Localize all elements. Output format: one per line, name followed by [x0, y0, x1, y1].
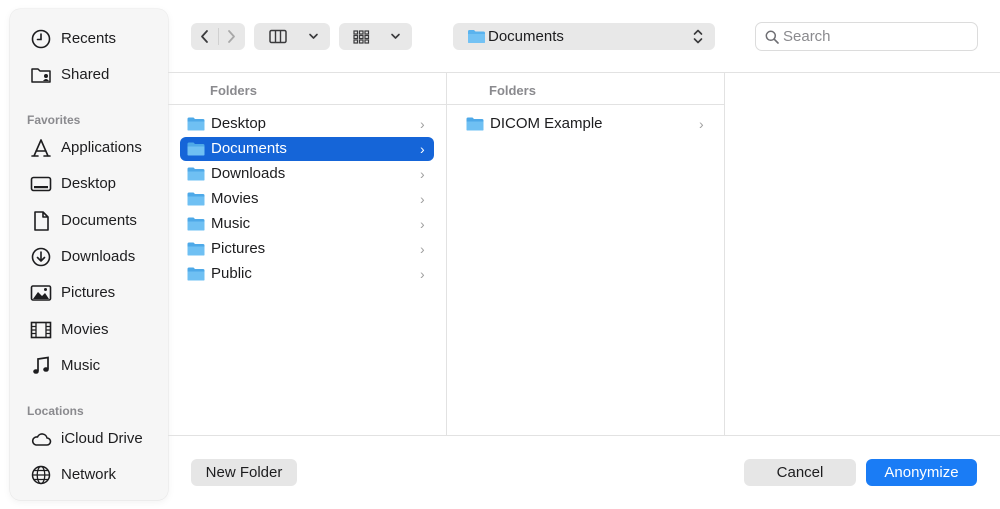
sidebar-item-label: Desktop	[61, 175, 117, 192]
sidebar-item-recents[interactable]: Recents	[10, 25, 168, 53]
pictures-icon	[30, 285, 52, 301]
location-popup[interactable]: Documents	[453, 23, 715, 50]
sidebar-item-documents[interactable]: Documents	[10, 207, 168, 235]
chevron-right-icon: ›	[420, 141, 425, 157]
document-icon	[34, 211, 49, 231]
folder-row-downloads[interactable]: Downloads ›	[180, 162, 434, 186]
folder-icon	[187, 142, 205, 156]
search-icon	[765, 30, 779, 44]
sidebar-item-music[interactable]: Music	[10, 352, 168, 380]
column-divider[interactable]	[446, 72, 447, 435]
download-icon	[31, 247, 51, 267]
music-note-icon	[33, 356, 49, 374]
folder-row-label: DICOM Example	[490, 115, 603, 132]
folder-row-public[interactable]: Public ›	[180, 262, 434, 286]
sidebar-item-label: Pictures	[61, 284, 116, 301]
sidebar-item-desktop[interactable]: Desktop	[10, 170, 168, 198]
sidebar-item-label: Network	[61, 466, 117, 483]
sidebar-item-label: iCloud Drive	[61, 430, 143, 447]
folder-row-label: Downloads	[211, 165, 286, 182]
sidebar-item-label: Movies	[61, 321, 109, 338]
cancel-button[interactable]: Cancel	[744, 459, 856, 486]
folder-icon	[187, 242, 205, 256]
clock-icon	[31, 29, 51, 49]
back-chevron-icon[interactable]	[198, 29, 212, 44]
folder-row-label: Music	[211, 215, 251, 232]
column-heading: Folders	[489, 83, 536, 98]
column-divider[interactable]	[724, 72, 725, 435]
cloud-icon	[31, 433, 52, 446]
sidebar-item-downloads[interactable]: Downloads	[10, 243, 168, 271]
folder-row-movies[interactable]: Movies ›	[180, 187, 434, 211]
new-folder-button[interactable]: New Folder	[191, 459, 297, 486]
sidebar-item-label: Downloads	[61, 248, 136, 265]
location-popup-label: Documents	[488, 28, 564, 45]
chevron-down-icon	[391, 33, 400, 39]
chevron-right-icon: ›	[699, 116, 704, 132]
film-icon	[30, 321, 52, 339]
folder-row-dicom-example[interactable]: DICOM Example ›	[459, 112, 713, 136]
up-down-chevron-icon	[693, 29, 703, 44]
locations-heading: Locations	[27, 404, 84, 418]
folder-icon	[187, 117, 205, 131]
forward-chevron-icon[interactable]	[224, 29, 238, 44]
browser-top-divider	[168, 72, 1000, 73]
group-by-button[interactable]	[339, 23, 412, 50]
sidebar-item-applications[interactable]: Applications	[10, 134, 168, 162]
folder-row-desktop[interactable]: Desktop ›	[180, 112, 434, 136]
chevron-down-icon	[309, 33, 318, 39]
sidebar-item-network[interactable]: Network	[10, 461, 168, 489]
sidebar-item-label: Applications	[61, 139, 142, 156]
applications-icon	[31, 139, 51, 157]
sidebar-item-label: Music	[61, 357, 101, 374]
file-dialog-window: Recents Shared Favorites Applications De…	[0, 0, 1000, 509]
sidebar-item-icloud-drive[interactable]: iCloud Drive	[10, 425, 168, 453]
browser-bottom-divider	[168, 435, 1000, 436]
search-placeholder: Search	[783, 28, 831, 45]
chevron-right-icon: ›	[420, 216, 425, 232]
folder-icon	[187, 167, 205, 181]
folder-row-music[interactable]: Music ›	[180, 212, 434, 236]
sidebar: Recents Shared Favorites Applications De…	[10, 9, 168, 500]
folder-icon	[187, 267, 205, 281]
folder-row-label: Movies	[211, 190, 259, 207]
sidebar-item-shared[interactable]: Shared	[10, 61, 168, 89]
grid-icon	[353, 30, 370, 44]
back-forward-control	[191, 23, 245, 50]
folder-row-documents[interactable]: Documents ›	[180, 137, 434, 161]
sidebar-item-label: Shared	[61, 66, 110, 83]
sidebar-item-label: Recents	[61, 30, 117, 47]
divider	[218, 28, 219, 45]
sidebar-item-pictures[interactable]: Pictures	[10, 279, 168, 307]
chevron-right-icon: ›	[420, 166, 425, 182]
folder-icon	[187, 192, 205, 206]
folder-row-pictures[interactable]: Pictures ›	[180, 237, 434, 261]
folder-row-label: Documents	[211, 140, 287, 157]
folder-icon	[466, 117, 484, 131]
sidebar-item-label: Documents	[61, 212, 137, 229]
sidebar-item-movies[interactable]: Movies	[10, 316, 168, 344]
favorites-heading: Favorites	[27, 113, 81, 127]
search-field[interactable]: Search	[755, 22, 978, 51]
chevron-right-icon: ›	[420, 266, 425, 282]
chevron-right-icon: ›	[420, 116, 425, 132]
folder-row-label: Desktop	[211, 115, 267, 132]
folder-row-label: Public	[211, 265, 252, 282]
folder-icon	[187, 217, 205, 231]
globe-icon	[31, 465, 51, 485]
shared-folder-icon	[31, 68, 51, 83]
desktop-icon	[30, 176, 52, 192]
chevron-right-icon: ›	[420, 241, 425, 257]
folder-row-label: Pictures	[211, 240, 266, 257]
folder-icon	[468, 30, 485, 43]
view-mode-button[interactable]	[254, 23, 330, 50]
columns-view-icon	[269, 29, 287, 44]
chevron-right-icon: ›	[420, 191, 425, 207]
column-heading: Folders	[210, 83, 257, 98]
anonymize-button[interactable]: Anonymize	[866, 459, 977, 486]
